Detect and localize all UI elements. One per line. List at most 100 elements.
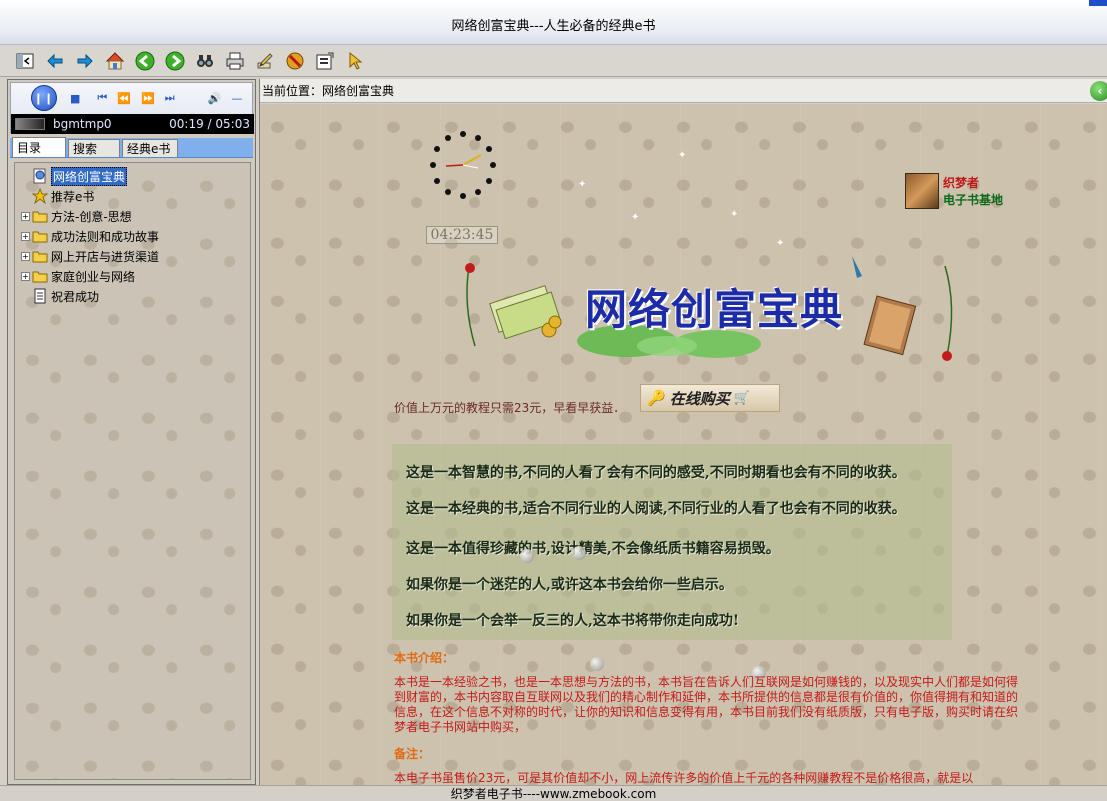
- tree-item[interactable]: 祝君成功: [15, 286, 250, 306]
- wisdom-line: 这是一本经典的书,适合不同行业的人阅读,不同行业的人看了也会有不同的收获。: [406, 501, 906, 517]
- nav-tabs: 目录 搜索 经典e书: [10, 137, 253, 158]
- pointer-button[interactable]: [344, 50, 366, 72]
- tree-item-label: 网络创富宝典: [51, 166, 128, 186]
- previous-button[interactable]: [134, 50, 156, 72]
- green-forward-icon: [165, 51, 185, 70]
- tree-item[interactable]: + 网上开店与进货渠道: [15, 246, 250, 266]
- analog-clock: [430, 131, 496, 199]
- wisdom-line: 如果你是一个迷茫的人,或许这本书会给你一些启示。: [406, 577, 733, 593]
- volume-icon[interactable]: 🔊: [208, 92, 222, 105]
- pencil-icon: [257, 52, 273, 68]
- left-pane: ❙❙ ■ ⏮ ⏪ ⏩ ⏭ 🔊 — bgmtmp0 00:19 / 05:03 目…: [7, 79, 256, 785]
- pause-button[interactable]: ❙❙: [31, 85, 57, 111]
- contents-tree: 网络创富宝典 推荐e书 + 方法-创意-思想 + 成功法则和成功故事 + 网上开…: [14, 162, 251, 780]
- tree-item-label: 成功法则和成功故事: [51, 229, 160, 244]
- title-bar: 网络创富宝典---人生必备的经典e书: [0, 0, 1107, 45]
- tree-item-label: 网上开店与进货渠道: [51, 249, 160, 264]
- tree-item-label: 推荐e书: [51, 189, 95, 204]
- expand-icon[interactable]: +: [21, 211, 30, 221]
- folder-icon: [32, 208, 48, 224]
- tree-item-label: 方法-创意-思想: [51, 209, 132, 224]
- next-track-button[interactable]: ⏭: [165, 91, 175, 105]
- wisdom-line: 这是一本值得珍藏的书,设计精美,不会像纸质书籍容易损毁。: [406, 541, 780, 557]
- printer-icon: [226, 52, 244, 69]
- rewind-button[interactable]: ⏪: [117, 92, 131, 105]
- logo-line1: 织梦者: [943, 176, 980, 190]
- stop-sign-icon: [286, 52, 304, 69]
- player-status: bgmtmp0 00:19 / 05:03: [11, 114, 254, 134]
- arrow-left-icon: [47, 53, 63, 68]
- expand-icon[interactable]: +: [21, 271, 30, 281]
- tree-item-label: 家庭创业与网络: [51, 269, 136, 284]
- cart-icon: 🛒: [733, 390, 750, 406]
- find-button[interactable]: [194, 50, 216, 72]
- content-pane: 当前位置： 网络创富宝典 ‹ 04:23:45 ✦ ✦ ✦ ✦ ✦ 织梦者 电子…: [259, 79, 1107, 785]
- go-back-button[interactable]: ‹: [1090, 81, 1107, 101]
- book-banner: 网络创富宝典: [457, 246, 967, 366]
- wisdom-panel: 这是一本智慧的书,不同的人看了会有不同的感受,不同时期看也会有不同的收获。 这是…: [392, 444, 952, 640]
- track-name: bgmtmp0: [53, 117, 112, 131]
- tab-classic-ebooks[interactable]: 经典e书: [122, 139, 178, 157]
- intro-heading: 本书介绍：: [394, 651, 455, 665]
- visualizer: [15, 118, 45, 130]
- tree-item[interactable]: 推荐e书: [15, 186, 250, 206]
- window-title: 网络创富宝典---人生必备的经典e书: [451, 19, 656, 34]
- binoculars-icon: [197, 54, 213, 67]
- location-label: 当前位置：: [262, 84, 323, 98]
- sparkle-decoration: ✦: [578, 179, 587, 190]
- arrow-right-icon: [77, 53, 93, 68]
- hide-pane-button[interactable]: [14, 50, 36, 72]
- back-button[interactable]: [44, 50, 66, 72]
- stop-playback-button[interactable]: ■: [70, 92, 80, 105]
- status-bar: 织梦者电子书----www.zmebook.com: [0, 785, 1107, 801]
- water-drop-decoration: [572, 546, 586, 560]
- wisdom-line: 这是一本智慧的书,不同的人看了会有不同的感受,不同时期看也会有不同的收获。: [406, 465, 906, 481]
- window-corner: [1089, 0, 1107, 6]
- pause-icon: ❙❙: [33, 91, 55, 105]
- globe-page-icon: [32, 168, 48, 184]
- water-drop-decoration: [590, 657, 604, 671]
- tab-contents[interactable]: 目录: [12, 137, 66, 157]
- page-content: 04:23:45 ✦ ✦ ✦ ✦ ✦ 织梦者 电子书基地 网络创富宝典 价值上万…: [260, 104, 1107, 785]
- expand-icon[interactable]: +: [21, 251, 30, 261]
- hide-pane-icon: [16, 53, 34, 68]
- next-button[interactable]: [164, 50, 186, 72]
- tree-item[interactable]: + 成功法则和成功故事: [15, 226, 250, 246]
- forward-button[interactable]: [74, 50, 96, 72]
- sparkle-decoration: ✦: [678, 150, 687, 161]
- water-drop-decoration: [520, 549, 534, 563]
- location-bar: 当前位置： 网络创富宝典 ‹: [260, 79, 1107, 103]
- digital-clock: 04:23:45: [426, 226, 498, 244]
- tree-item[interactable]: + 方法-创意-思想: [15, 206, 250, 226]
- green-back-icon: [135, 51, 155, 70]
- fast-forward-button[interactable]: ⏩: [141, 92, 155, 105]
- buy-online-button[interactable]: 🔑 在线购买 🛒: [640, 384, 780, 412]
- volume-slider[interactable]: —: [231, 92, 242, 105]
- tree-item[interactable]: + 家庭创业与网络: [15, 266, 250, 286]
- note-paragraph: 本电子书虽售价23元，可是其价值却不小，网上流传许多的价值上千元的各种网赚教程不…: [394, 771, 974, 785]
- wisdom-line: 如果你是一个会举一反三的人,这本书将带你走向成功!: [406, 613, 740, 629]
- options-button[interactable]: [314, 50, 336, 72]
- folder-icon: [32, 268, 48, 284]
- key-icon: 🔑: [647, 389, 666, 407]
- price-text: 价值上万元的教程只需23元，早看早获益．: [394, 401, 626, 415]
- document-icon: [32, 288, 48, 304]
- player-controls: ❙❙ ■ ⏮ ⏪ ⏩ ⏭ 🔊 —: [11, 83, 254, 113]
- stop-button[interactable]: [284, 50, 306, 72]
- tab-search[interactable]: 搜索: [68, 139, 120, 157]
- previous-track-button[interactable]: ⏮: [97, 91, 107, 105]
- expand-icon[interactable]: +: [21, 231, 30, 241]
- media-player: ❙❙ ■ ⏮ ⏪ ⏩ ⏭ 🔊 — bgmtmp0 00:19 / 05:03: [10, 82, 254, 134]
- home-icon: [105, 51, 125, 69]
- folder-icon: [32, 228, 48, 244]
- track-time: 00:19 / 05:03: [169, 117, 250, 131]
- note-heading: 备注：: [394, 747, 431, 761]
- home-button[interactable]: [104, 50, 126, 72]
- tree-item[interactable]: 网络创富宝典: [15, 166, 250, 186]
- folder-icon: [32, 248, 48, 264]
- tree-item-label: 祝君成功: [51, 289, 100, 304]
- edit-button[interactable]: [254, 50, 276, 72]
- print-button[interactable]: [224, 50, 246, 72]
- site-logo[interactable]: 织梦者 电子书基地: [905, 171, 1015, 211]
- location-value: 网络创富宝典: [322, 84, 395, 98]
